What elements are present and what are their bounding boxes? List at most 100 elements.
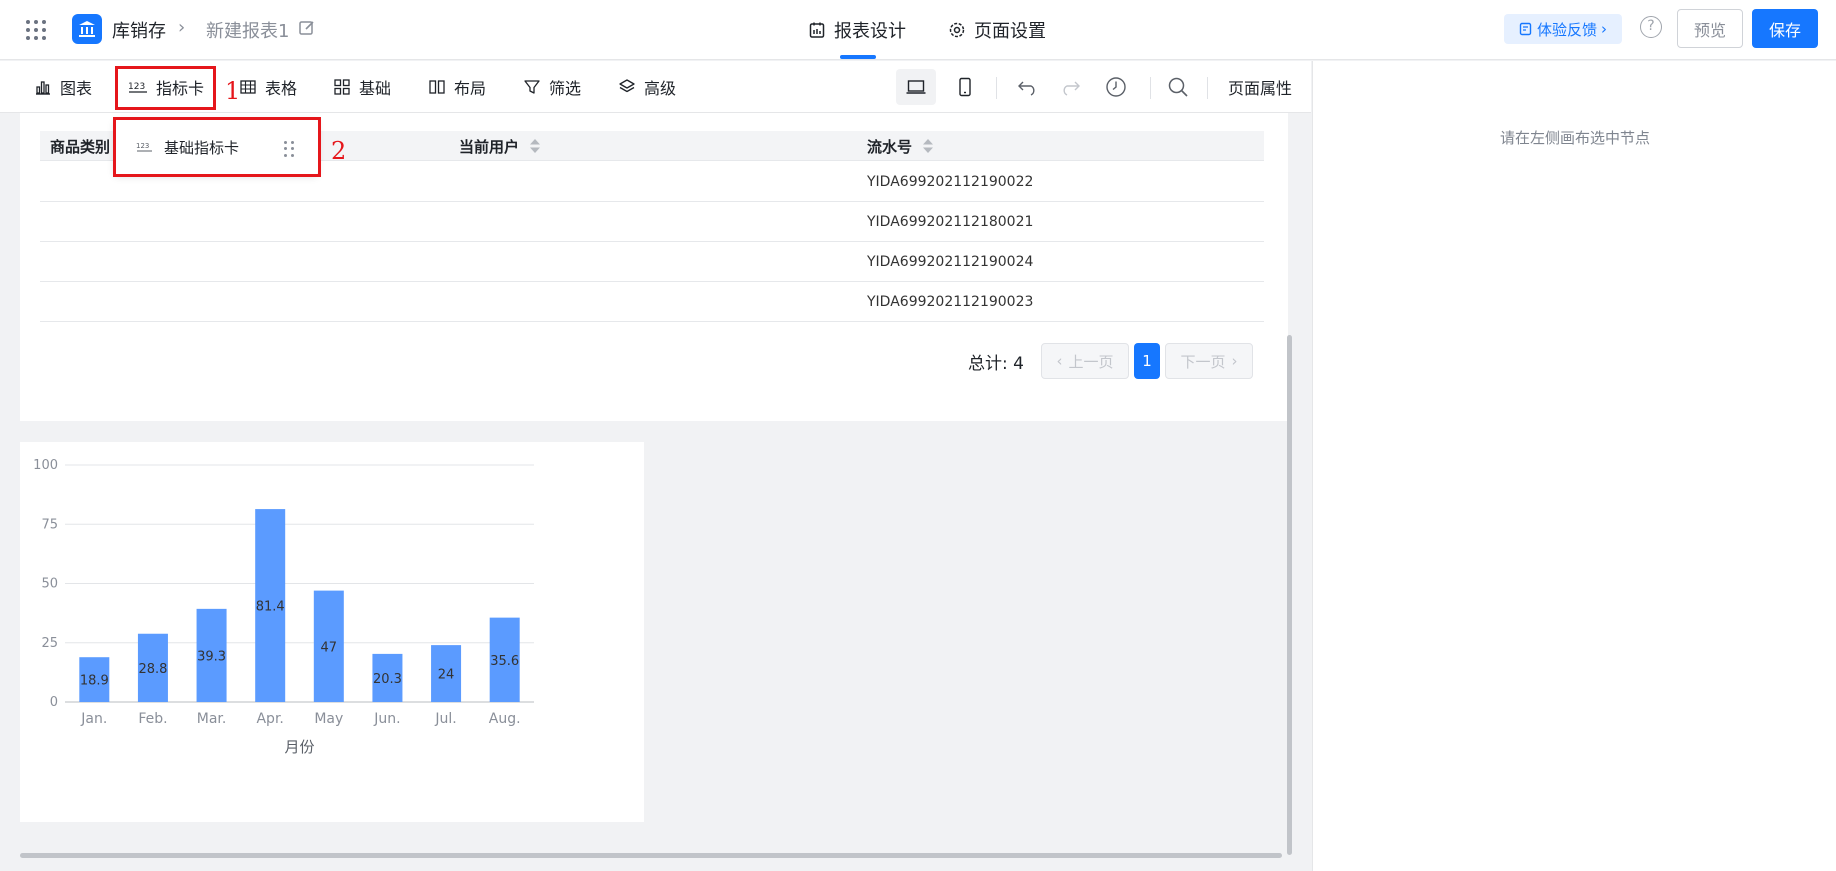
x-tick-label: Aug. [489, 711, 521, 727]
mobile-icon [959, 77, 971, 97]
table-row[interactable]: YIDA699202112180021 [40, 202, 1264, 242]
toolbar-item-chart[interactable]: 图表 [34, 61, 92, 113]
feedback-icon [1519, 22, 1532, 36]
select-node-hint: 请在左侧画布选中节点 [1499, 129, 1650, 147]
app-name[interactable]: 库销存 [112, 17, 166, 43]
x-axis-label: 月份 [284, 738, 314, 756]
search-button[interactable] [1158, 69, 1198, 105]
tab-label: 报表设计 [834, 21, 906, 42]
column-header-current-user[interactable]: 当前用户 [459, 131, 541, 161]
tab-page-settings[interactable]: 页面设置 [948, 0, 1046, 60]
x-tick-label: Jan. [80, 711, 107, 727]
tab-report-design[interactable]: 报表设计 [808, 0, 906, 60]
x-tick-label: Jun. [373, 711, 400, 727]
chevron-right-icon: › [1231, 352, 1238, 370]
toolbar-item-label: 图表 [60, 79, 93, 98]
redo-icon [1063, 81, 1080, 96]
y-tick-label: 0 [50, 695, 58, 710]
x-tick-label: Mar. [197, 711, 227, 727]
bar-data-label: 18.9 [80, 674, 109, 689]
x-tick-label: Jul. [434, 711, 456, 727]
feedback-button[interactable]: 体验反馈 › [1504, 14, 1622, 44]
feedback-label: 体验反馈 [1536, 20, 1597, 39]
active-tab-indicator [840, 55, 876, 59]
annotation-highlight-1 [115, 66, 216, 110]
calendar-icon [809, 22, 825, 38]
search-icon [1168, 77, 1188, 97]
toolbar-item-label: 筛选 [549, 79, 582, 98]
desktop-view-button[interactable] [896, 69, 936, 105]
prev-page-label: 上一页 [1068, 352, 1114, 371]
table-row[interactable]: YIDA699202112190024 [40, 242, 1264, 282]
top-header: 库销存 › 新建报表1 报表设计 页面设置 体验反馈 › ? 预览 保存 [0, 0, 1836, 60]
bar-data-label: 28.8 [138, 662, 167, 677]
x-tick-label: Apr. [256, 711, 283, 727]
gear-icon [949, 22, 965, 38]
table-row[interactable]: YIDA699202112190023 [40, 282, 1264, 322]
sort-icon[interactable] [922, 138, 934, 154]
toolbar-item-layout[interactable]: 布局 [428, 61, 486, 113]
bar-data-label: 35.6 [490, 654, 519, 669]
x-tick-label: May [314, 711, 343, 727]
design-canvas: 商品类别 当前用户 流水号 YIDA699202112190022 YIDA69… [0, 113, 1311, 871]
toolbar-divider [996, 77, 997, 99]
cell-serial-number: YIDA699202112190024 [867, 254, 1034, 270]
cell-serial-number: YIDA699202112180021 [867, 214, 1034, 230]
annotation-marker-2: 2 [331, 137, 347, 165]
y-tick-label: 50 [41, 577, 58, 592]
horizontal-scrollbar[interactable] [20, 853, 1282, 858]
cell-serial-number: YIDA699202112190022 [867, 174, 1034, 190]
laptop-icon [906, 80, 926, 94]
page-number-button[interactable]: 1 [1134, 343, 1160, 379]
annotation-highlight-2 [113, 117, 321, 177]
app-grid-icon[interactable] [26, 20, 46, 40]
properties-panel: 请在左侧画布选中节点 [1312, 61, 1836, 871]
redo-button[interactable] [1050, 69, 1090, 105]
toolbar-item-label: 基础 [359, 79, 392, 98]
table-icon [240, 80, 256, 94]
column-title: 当前用户 [459, 137, 520, 156]
annotation-marker-1: 1 [225, 77, 241, 105]
next-page-button[interactable]: 下一页 › [1165, 343, 1253, 379]
app-logo-icon [72, 14, 102, 44]
toolbar-item-basic[interactable]: 基础 [333, 61, 391, 113]
toolbar-item-advanced[interactable]: 高级 [618, 61, 676, 113]
breadcrumb-separator: › [178, 17, 186, 38]
undo-icon [1018, 81, 1035, 96]
sort-icon[interactable] [529, 138, 541, 154]
page-properties-button[interactable]: 页面属性 [1228, 61, 1292, 113]
toolbar-item-label: 表格 [265, 79, 298, 98]
chevron-left-icon: ‹ [1056, 352, 1063, 370]
undo-button[interactable] [1008, 69, 1048, 105]
layout-icon [429, 80, 445, 94]
component-toolbar: 图表 123 指标卡 表格 基础 布局 筛选 高级 1 页面属性 [0, 61, 1311, 113]
bar-data-label: 20.3 [373, 672, 402, 687]
bar-chart-icon [36, 81, 50, 95]
bar-chart: 0 25 50 75 100 18.9 Jan. 28.8 Feb. 39.3 Mar. 81.4 Ap… [33, 458, 534, 756]
toolbar-item-filter[interactable]: 筛选 [523, 61, 581, 113]
column-title: 商品类别 [50, 137, 111, 156]
y-tick-label: 75 [41, 517, 58, 532]
mobile-view-button[interactable] [945, 69, 985, 105]
bar-chart-component[interactable]: 0 25 50 75 100 18.9 Jan. 28.8 Feb. 39.3 Mar. 81.4 Ap… [20, 442, 644, 822]
history-button[interactable] [1096, 69, 1136, 105]
vertical-scrollbar[interactable] [1287, 335, 1292, 855]
prev-page-button[interactable]: ‹ 上一页 [1041, 343, 1129, 379]
help-icon[interactable]: ? [1640, 16, 1662, 38]
chevron-right-icon: › [1601, 20, 1607, 38]
column-header-category[interactable]: 商品类别 [50, 131, 110, 161]
column-header-serial-number[interactable]: 流水号 [867, 131, 934, 161]
grid-icon [334, 79, 350, 95]
toolbar-item-label: 布局 [454, 79, 487, 98]
next-page-label: 下一页 [1180, 352, 1226, 371]
y-tick-label: 100 [33, 458, 58, 473]
toolbar-item-table[interactable]: 表格 [239, 61, 297, 113]
save-button[interactable]: 保存 [1752, 9, 1818, 48]
bar-data-label: 81.4 [256, 600, 285, 615]
layers-icon [619, 79, 635, 93]
edit-icon[interactable] [298, 19, 316, 37]
preview-button[interactable]: 预览 [1677, 9, 1743, 48]
filter-icon [524, 80, 540, 94]
x-tick-label: Feb. [138, 711, 167, 727]
y-tick-label: 25 [41, 636, 58, 651]
